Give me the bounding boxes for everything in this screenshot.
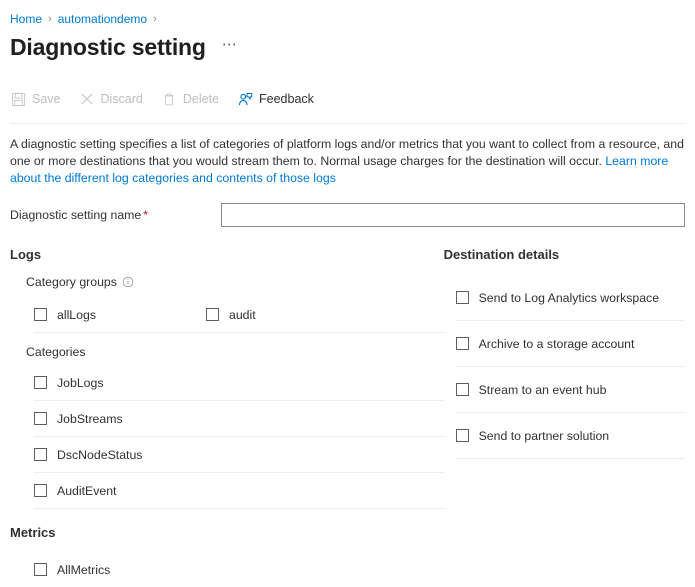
save-icon	[10, 91, 26, 107]
checkbox-label-send-to-partner-solution: Send to partner solution	[479, 429, 610, 443]
feedback-button[interactable]: Feedback	[237, 91, 314, 107]
checkbox-label-auditevent: AuditEvent	[57, 484, 116, 498]
save-button[interactable]: Save	[10, 91, 61, 107]
checkbox-send-to-partner-solution[interactable]: Send to partner solution	[456, 413, 685, 459]
feedback-button-label: Feedback	[259, 92, 314, 106]
checkbox-box-allmetrics[interactable]	[34, 563, 47, 576]
breadcrumb: Home › automationdemo ›	[10, 0, 685, 30]
required-marker: *	[143, 208, 148, 222]
discard-button[interactable]: Discard	[79, 91, 143, 107]
checkbox-label-allmetrics: AllMetrics	[57, 563, 110, 577]
settings-columns: Logs Category groups allLogs	[10, 247, 685, 587]
checkbox-dscnodestatus[interactable]: DscNodeStatus	[34, 437, 444, 473]
description-body: A diagnostic setting specifies a list of…	[10, 137, 684, 168]
checkbox-cell-dscnodestatus[interactable]: DscNodeStatus	[34, 448, 142, 462]
metrics-section-title: Metrics	[10, 525, 444, 540]
title-row: Diagnostic setting ⋯	[10, 34, 685, 61]
category-groups-row: allLogs audit	[34, 297, 444, 332]
checkbox-cell-joblogs[interactable]: JobLogs	[34, 376, 104, 390]
chevron-right-icon: ›	[48, 13, 52, 25]
checkbox-box-jobstreams[interactable]	[34, 412, 47, 425]
breadcrumb-item-home[interactable]: Home	[10, 12, 42, 26]
checkbox-box-joblogs[interactable]	[34, 376, 47, 389]
checkbox-label-send-to-log-analytics: Send to Log Analytics workspace	[479, 291, 659, 305]
checkbox-cell-auditevent[interactable]: AuditEvent	[34, 484, 116, 498]
chevron-right-icon-trailing: ›	[153, 13, 157, 25]
checkbox-auditevent[interactable]: AuditEvent	[34, 473, 444, 509]
discard-icon	[79, 91, 95, 107]
name-label-text: Diagnostic setting name	[10, 208, 141, 222]
feedback-icon	[237, 91, 253, 107]
checkbox-box-stream-to-event-hub[interactable]	[456, 383, 469, 396]
category-groups-text: Category groups	[26, 275, 117, 289]
metrics-section: Metrics AllMetrics	[10, 525, 444, 587]
checkbox-box-audit[interactable]	[206, 308, 219, 321]
discard-button-label: Discard	[101, 92, 143, 106]
checkbox-joblogs[interactable]: JobLogs	[34, 365, 444, 401]
description-text: A diagnostic setting specifies a list of…	[10, 136, 685, 187]
categories-label: Categories	[26, 345, 444, 359]
checkbox-box-archive-to-storage[interactable]	[456, 337, 469, 350]
checkbox-cell-jobstreams[interactable]: JobStreams	[34, 412, 123, 426]
checkbox-jobstreams[interactable]: JobStreams	[34, 401, 444, 437]
checkbox-box-dscnodestatus[interactable]	[34, 448, 47, 461]
diagnostic-setting-name-input[interactable]	[221, 203, 685, 227]
checkbox-label-archive-to-storage: Archive to a storage account	[479, 337, 635, 351]
info-icon[interactable]	[122, 276, 134, 288]
checkbox-audit[interactable]: audit	[206, 308, 256, 322]
checkbox-box-auditevent[interactable]	[34, 484, 47, 497]
checkbox-box-send-to-partner-solution[interactable]	[456, 429, 469, 442]
checkbox-label-joblogs: JobLogs	[57, 376, 104, 390]
save-button-label: Save	[32, 92, 61, 106]
diagnostic-setting-page: Home › automationdemo › Diagnostic setti…	[0, 0, 695, 554]
logs-column: Logs Category groups allLogs	[10, 247, 444, 587]
category-groups-label: Category groups	[26, 275, 444, 289]
delete-icon	[161, 91, 177, 107]
checkbox-label-alllogs: allLogs	[57, 308, 96, 322]
divider	[34, 332, 444, 333]
checkbox-box-alllogs[interactable]	[34, 308, 47, 321]
checkbox-cell-allmetrics[interactable]: AllMetrics	[34, 563, 110, 577]
destination-column: Destination details Send to Log Analytic…	[444, 247, 685, 587]
checkbox-stream-to-event-hub[interactable]: Stream to an event hub	[456, 367, 685, 413]
diagnostic-setting-name-label: Diagnostic setting name*	[10, 208, 221, 222]
checkbox-alllogs[interactable]: allLogs	[34, 308, 206, 322]
checkbox-send-to-log-analytics[interactable]: Send to Log Analytics workspace	[456, 275, 685, 321]
breadcrumb-item-automationdemo[interactable]: automationdemo	[58, 12, 147, 26]
command-bar: Save Discard Delete	[10, 83, 685, 124]
checkbox-allmetrics[interactable]: AllMetrics	[34, 552, 444, 587]
checkbox-label-stream-to-event-hub: Stream to an event hub	[479, 383, 607, 397]
logs-section-title: Logs	[10, 247, 444, 262]
checkbox-box-send-to-log-analytics[interactable]	[456, 291, 469, 304]
checkbox-label-audit: audit	[229, 308, 256, 322]
diagnostic-setting-name-row: Diagnostic setting name*	[10, 203, 685, 227]
destination-section-title: Destination details	[444, 247, 685, 262]
delete-button-label: Delete	[183, 92, 219, 106]
checkbox-label-jobstreams: JobStreams	[57, 412, 123, 426]
delete-button[interactable]: Delete	[161, 91, 219, 107]
more-options-button[interactable]: ⋯	[222, 40, 238, 56]
page-title: Diagnostic setting	[10, 34, 206, 61]
checkbox-archive-to-storage[interactable]: Archive to a storage account	[456, 321, 685, 367]
checkbox-label-dscnodestatus: DscNodeStatus	[57, 448, 142, 462]
